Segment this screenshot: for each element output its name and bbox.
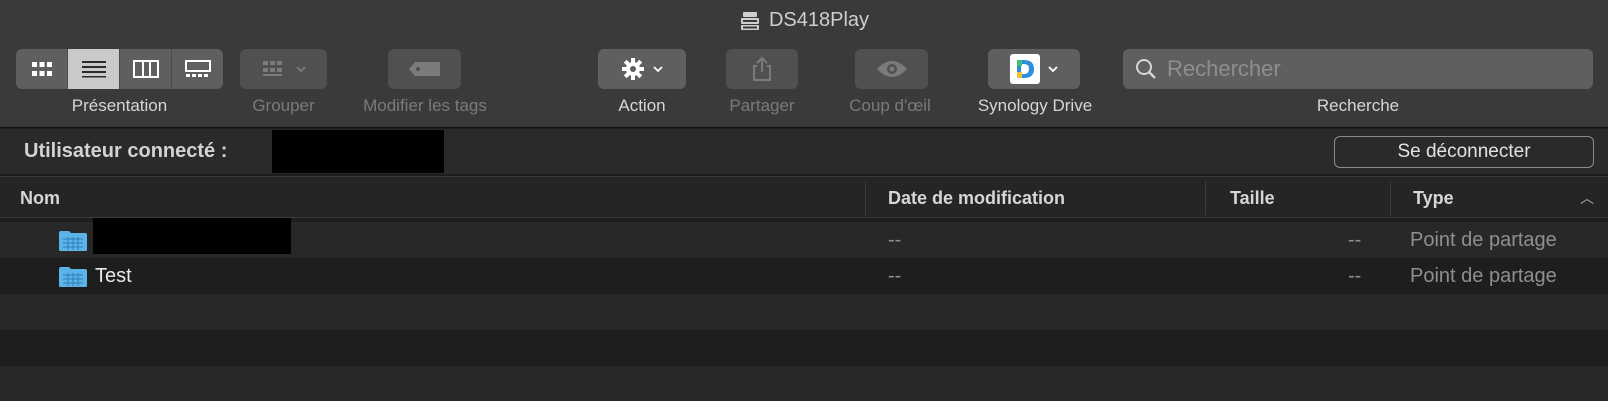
- group-icon: [262, 61, 282, 76]
- share-button[interactable]: [726, 49, 798, 89]
- redacted-username: [272, 130, 444, 173]
- row-name: Test: [95, 265, 132, 287]
- server-icon: [740, 11, 759, 30]
- empty-row: [0, 366, 1608, 401]
- folder-icon: [59, 267, 87, 287]
- action-button[interactable]: [598, 49, 686, 89]
- column-header-name[interactable]: Nom: [20, 177, 60, 219]
- search-input[interactable]: [1167, 56, 1587, 82]
- column-header-type[interactable]: Type: [1413, 177, 1454, 219]
- user-bar: Utilisateur connecté : Se déconnecter: [0, 129, 1608, 174]
- search-label: Recherche: [1316, 96, 1400, 115]
- quicklook-button[interactable]: [855, 49, 928, 89]
- group-button[interactable]: [240, 49, 327, 89]
- empty-row: [0, 330, 1608, 366]
- icon-view-button[interactable]: [16, 49, 68, 89]
- connected-user-label: Utilisateur connecté :: [24, 140, 228, 162]
- view-mode-selector[interactable]: [16, 49, 223, 89]
- window-title: DS418Play: [0, 9, 1608, 38]
- synology-drive-label: Synology Drive: [977, 96, 1093, 115]
- sort-ascending-icon[interactable]: ︿: [1580, 177, 1594, 219]
- action-label: Action: [618, 96, 666, 115]
- gear-icon: [622, 58, 644, 80]
- toolbar: DS418Play Présentation Grouper Modifier …: [0, 0, 1608, 128]
- synology-drive-icon: [1010, 54, 1040, 84]
- search-icon: [1136, 59, 1156, 79]
- logout-button[interactable]: Se déconnecter: [1334, 136, 1594, 168]
- gallery-view-icon: [184, 60, 211, 77]
- synology-drive-button[interactable]: [988, 49, 1080, 89]
- eye-icon: [876, 61, 907, 77]
- row-size: --: [1348, 229, 1362, 251]
- chevron-down-icon: [653, 66, 663, 72]
- empty-row: [0, 294, 1608, 330]
- edit-tags-button[interactable]: [388, 49, 461, 89]
- list-view-icon: [81, 61, 106, 78]
- tag-icon: [408, 62, 440, 76]
- column-view-icon: [132, 60, 159, 78]
- search-field[interactable]: [1123, 49, 1593, 89]
- edit-tags-label: Modifier les tags: [363, 96, 487, 115]
- column-divider[interactable]: [1390, 181, 1391, 215]
- gallery-view-button[interactable]: [172, 49, 223, 89]
- row-size: --: [1348, 265, 1362, 287]
- row-date: --: [888, 265, 902, 287]
- folder-icon: [59, 231, 87, 251]
- share-icon: [753, 56, 771, 81]
- icon-view-icon: [31, 62, 52, 76]
- column-header-size[interactable]: Taille: [1230, 177, 1275, 219]
- chevron-down-icon: [295, 66, 306, 72]
- row-date: --: [888, 229, 902, 251]
- redacted-folder-name: [93, 218, 291, 254]
- table-row[interactable]: -- -- Point de partage: [0, 218, 1608, 258]
- group-label: Grouper: [252, 96, 315, 115]
- presentation-label: Présentation: [71, 96, 168, 115]
- column-divider[interactable]: [1205, 181, 1206, 215]
- list-view-button[interactable]: [68, 49, 120, 89]
- column-header-date[interactable]: Date de modification: [888, 177, 1065, 219]
- quicklook-label: Coup d'œil: [849, 96, 931, 115]
- table-row[interactable]: Test -- -- Point de partage: [0, 258, 1608, 294]
- column-view-button[interactable]: [120, 49, 172, 89]
- row-type: Point de partage: [1410, 229, 1557, 251]
- window-title-text: DS418Play: [768, 9, 870, 31]
- column-divider[interactable]: [865, 181, 866, 215]
- table-header: Nom Date de modification Taille Type ︿: [0, 176, 1608, 218]
- chevron-down-icon: [1048, 66, 1058, 72]
- share-label: Partager: [729, 96, 795, 115]
- row-type: Point de partage: [1410, 265, 1557, 287]
